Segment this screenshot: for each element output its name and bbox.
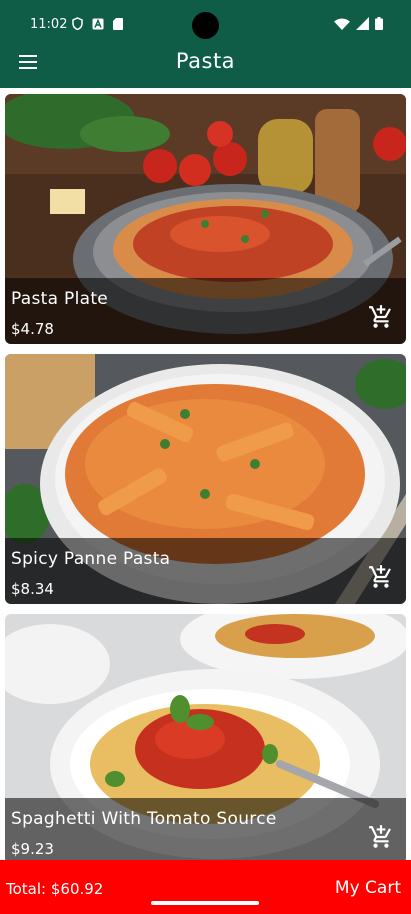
app-notification-icon [92,18,104,29]
sim-card-icon [113,17,123,30]
cart-total: Total: $60.92 [6,880,104,898]
product-info-overlay [5,798,406,860]
cart-footer: Total: $60.92 My Cart [0,860,411,914]
page-title: Pasta [175,49,236,73]
shield-icon [72,17,83,30]
status-system-icons [334,17,383,30]
wifi-icon [334,18,350,30]
gesture-nav-handle[interactable] [151,901,259,905]
product-info-overlay [5,278,406,344]
status-bar: 11:02 [0,0,411,40]
product-card[interactable]: Spaghetti With Tomato Source $9.23 [5,614,406,860]
my-cart-button[interactable]: My Cart [335,878,401,898]
product-info-overlay [5,538,406,604]
add-to-cart-icon[interactable] [368,304,394,330]
add-to-cart-icon[interactable] [368,824,394,850]
camera-cutout [192,12,219,39]
product-price: $8.34 [11,580,54,598]
product-name: Spicy Panne Pasta [11,549,171,569]
product-card[interactable]: Pasta Plate $4.78 [5,94,406,344]
battery-icon [375,17,383,30]
status-time: 11:02 [30,17,68,32]
product-name: Spaghetti With Tomato Source [11,809,277,829]
add-to-cart-icon[interactable] [368,564,394,590]
product-card[interactable]: Spicy Panne Pasta $8.34 [5,354,406,604]
status-notification-icons [72,17,123,30]
product-price: $4.78 [11,320,54,338]
product-price: $9.23 [11,840,54,858]
app-bar: Pasta [0,40,411,88]
signal-icon [356,17,369,30]
product-name: Pasta Plate [11,289,109,309]
product-list[interactable]: Pasta Plate $4.78 Spicy Panne Pasta $8.3… [0,88,411,860]
